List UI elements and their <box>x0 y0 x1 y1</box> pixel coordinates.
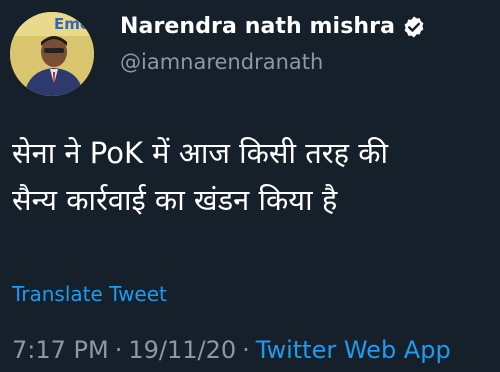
tweet-text: सेना ने PoK में आज किसी तरह की सैन्य कार… <box>12 130 492 224</box>
tweet-card: Emer Narendra nath mishra @iamnarendrana… <box>0 0 500 372</box>
separator: · <box>114 336 123 364</box>
avatar-photo: Emer <box>10 12 94 96</box>
tweet-text-line: सैन्य कार्रवाई का खंडन किया है <box>12 183 338 217</box>
translate-tweet-link[interactable]: Translate Tweet <box>12 282 167 306</box>
tweet-time[interactable]: 7:17 PM <box>12 336 109 364</box>
user-handle[interactable]: @iamnarendranath <box>120 50 323 74</box>
avatar-banner-text: Emer <box>54 15 94 33</box>
tweet-meta: 7:17 PM · 19/11/20 · Twitter Web App <box>12 336 451 364</box>
avatar[interactable]: Emer <box>10 12 94 96</box>
tweet-source-link[interactable]: Twitter Web App <box>256 336 451 364</box>
separator: · <box>242 336 250 364</box>
display-name[interactable]: Narendra nath mishra <box>120 14 395 39</box>
tweet-text-line: सेना ने PoK में आज किसी तरह की <box>12 136 389 170</box>
verified-badge-icon <box>402 15 426 39</box>
name-row: Narendra nath mishra <box>120 14 426 39</box>
tweet-date[interactable]: 19/11/20 <box>128 336 236 364</box>
